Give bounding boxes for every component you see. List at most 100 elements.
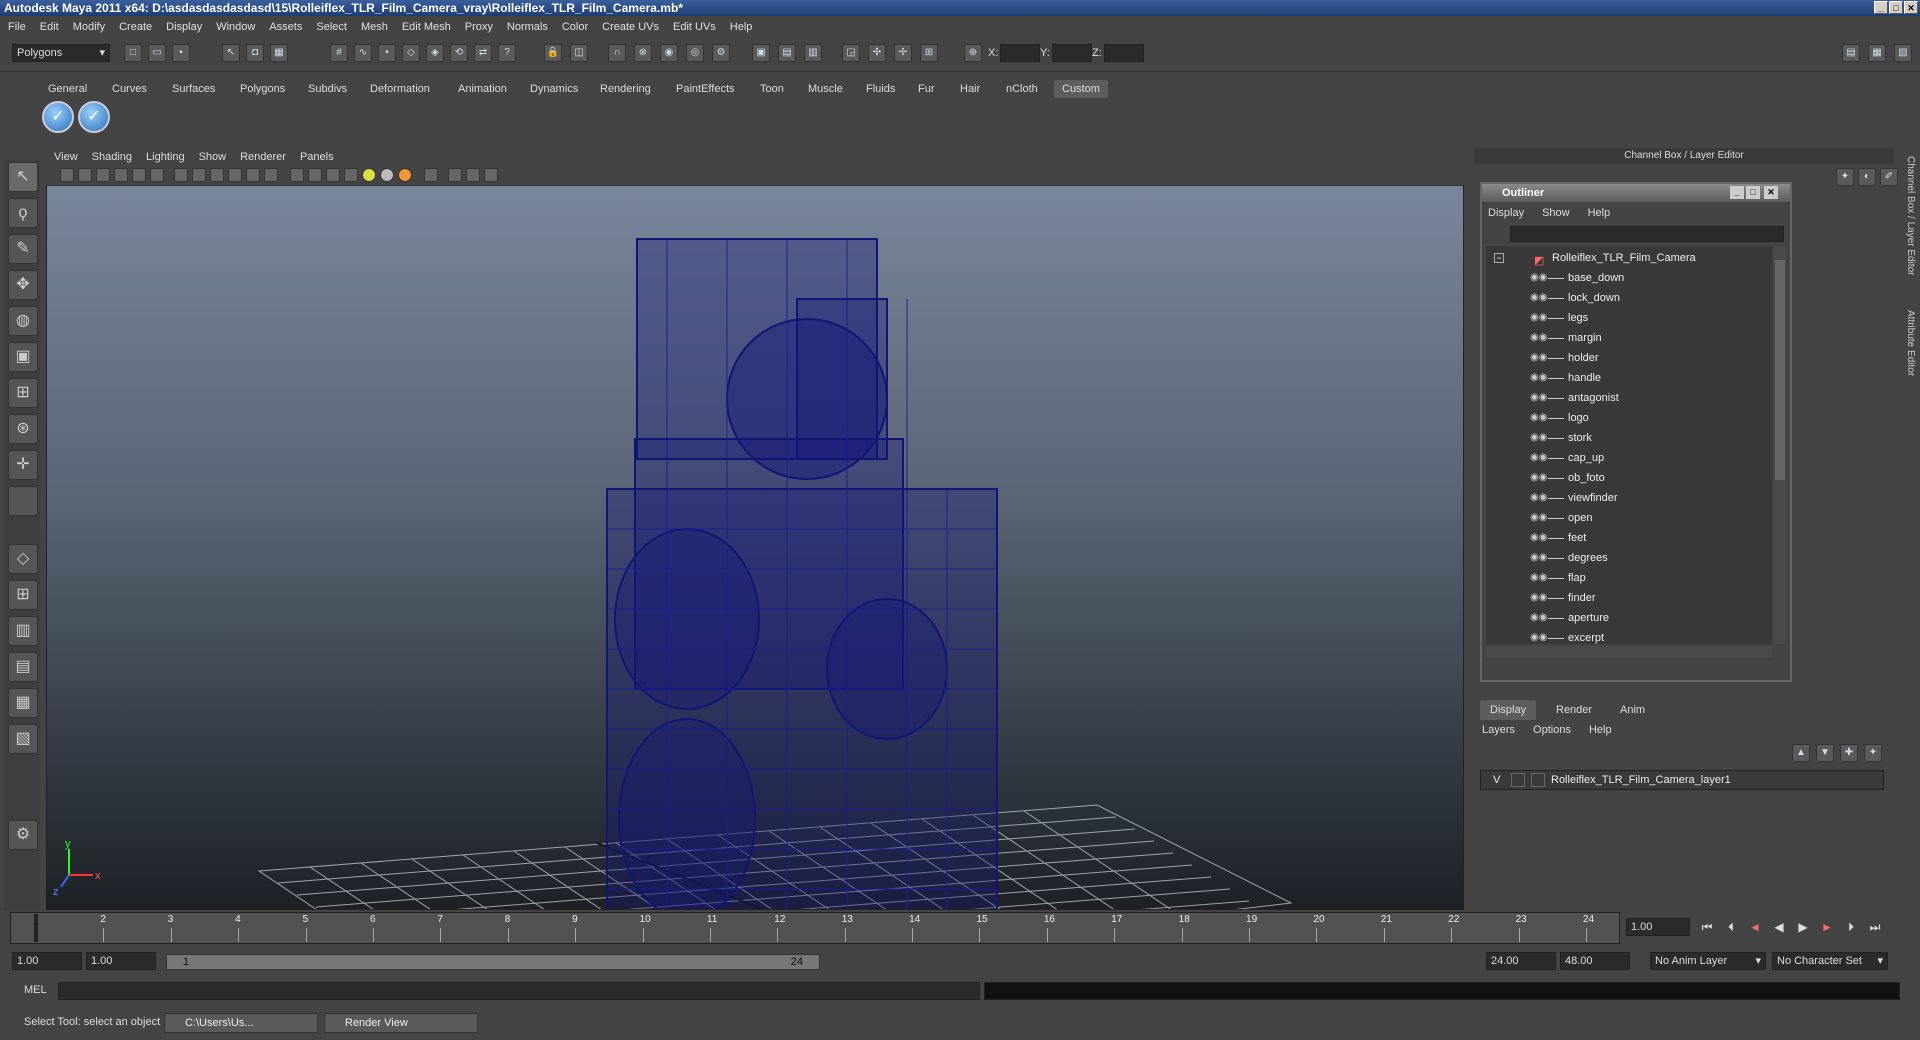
viewport-menu-lighting[interactable]: Lighting [146, 151, 185, 163]
shadows-icon[interactable] [398, 168, 412, 182]
layer-visibility-toggle[interactable]: V [1493, 771, 1500, 789]
film-gate-icon[interactable] [150, 168, 164, 182]
grid-icon[interactable] [132, 168, 146, 182]
lock-icon[interactable]: 🔒 [544, 44, 562, 62]
current-time-marker[interactable] [34, 914, 38, 942]
shelf-tab-rendering[interactable]: Rendering [592, 80, 659, 98]
shelf-tab-polygons[interactable]: Polygons [232, 80, 293, 98]
list-item[interactable]: ◉◉ legs [1486, 308, 1772, 328]
selection-mask-icon[interactable]: ◫ [570, 44, 588, 62]
pivot-icon[interactable]: ✢ [894, 44, 912, 62]
list-item[interactable]: ◉◉ ob_foto [1486, 468, 1772, 488]
menu-modify[interactable]: Modify [73, 21, 105, 33]
scroll-thumb[interactable] [1775, 260, 1785, 480]
hypershade-icon[interactable]: ▤ [778, 44, 796, 62]
outliner-root-item[interactable]: − ◩ Rolleiflex_TLR_Film_Camera [1486, 248, 1772, 268]
z-field[interactable] [1104, 44, 1144, 62]
list-item[interactable]: ◉◉ stork [1486, 428, 1772, 448]
layer-menu-help[interactable]: Help [1589, 724, 1612, 736]
list-item[interactable]: ◉◉ finder [1486, 588, 1772, 608]
list-item[interactable]: ◉◉ flap [1486, 568, 1772, 588]
show-manipulator-icon[interactable]: ✛ [8, 450, 38, 480]
persp-trax-layout-icon[interactable]: ▧ [8, 724, 38, 754]
clipboard-icon[interactable]: ▥ [804, 44, 822, 62]
ipr-render-icon[interactable]: ◎ [686, 44, 704, 62]
perspective-viewport[interactable]: y x z [46, 148, 1464, 910]
list-item[interactable]: ◉◉ handle [1486, 368, 1772, 388]
pick-icon[interactable]: ✐ [1880, 168, 1898, 186]
camera-icon[interactable]: ◲ [842, 44, 860, 62]
list-item[interactable]: ◉◉ aperture [1486, 608, 1772, 628]
xray-icon[interactable] [448, 168, 462, 182]
new-layer-icon[interactable]: ✚ [1840, 744, 1858, 762]
shelf-tab-surfaces[interactable]: Surfaces [164, 80, 223, 98]
outliner-close-button[interactable]: ✕ [1764, 186, 1778, 199]
menu-file[interactable]: File [8, 21, 26, 33]
shelf-tab-curves[interactable]: Curves [104, 80, 155, 98]
image-plane-icon[interactable] [114, 168, 128, 182]
menu-select[interactable]: Select [316, 21, 347, 33]
shelf-tab-general[interactable]: General [40, 80, 95, 98]
shelf-tab-custom[interactable]: Custom [1054, 80, 1108, 98]
four-view-layout-icon[interactable]: ⊞ [8, 580, 38, 610]
list-item[interactable]: ◉◉ holder [1486, 348, 1772, 368]
viewport-menu-shading[interactable]: Shading [92, 151, 132, 163]
menu-create[interactable]: Create [119, 21, 152, 33]
render-view-icon[interactable]: ▣ [752, 44, 770, 62]
input-ops-icon[interactable]: ⇄ [474, 44, 492, 62]
snap-curve-icon[interactable]: ∿ [354, 44, 372, 62]
outliner-menu-display[interactable]: Display [1488, 207, 1524, 219]
smooth-shade-icon[interactable] [308, 168, 322, 182]
y-field[interactable] [1052, 44, 1092, 62]
safe-title-icon[interactable] [246, 168, 260, 182]
share-icon[interactable] [484, 168, 498, 182]
taskbar-item-script-path[interactable]: C:\Users\Us... [164, 1013, 318, 1033]
list-item[interactable]: ◉◉ margin [1486, 328, 1772, 348]
list-item[interactable]: ◉◉ base_down [1486, 268, 1772, 288]
render-frame-icon[interactable]: ◉ [660, 44, 678, 62]
play-backwards-icon[interactable]: ◀ [1768, 918, 1790, 936]
command-language-label[interactable]: MEL [24, 984, 47, 996]
anim-layer-dropdown[interactable]: No Anim Layer ▾ [1650, 952, 1766, 970]
snap-plane-icon[interactable]: ◇ [402, 44, 420, 62]
layer-up-icon[interactable]: ▲ [1792, 744, 1810, 762]
current-frame-field[interactable]: 1.00 [1626, 918, 1690, 936]
menu-display[interactable]: Display [166, 21, 202, 33]
menu-assets[interactable]: Assets [269, 21, 302, 33]
layer-template-toggle[interactable] [1511, 773, 1525, 787]
snap-point-icon[interactable]: • [378, 44, 396, 62]
persp-graph-layout-icon[interactable]: ▤ [8, 652, 38, 682]
isolate-select-icon[interactable] [424, 168, 438, 182]
select-object-icon[interactable]: ◘ [246, 44, 264, 62]
menu-window[interactable]: Window [216, 21, 255, 33]
side-tab-attribute-editor[interactable]: Attribute Editor [1902, 310, 1916, 376]
viewport-menu-panels[interactable]: Panels [300, 151, 334, 163]
go-to-end-icon[interactable]: ⏭ [1864, 918, 1886, 936]
layer-down-icon[interactable]: ▼ [1816, 744, 1834, 762]
rotate-tool-icon[interactable]: ◍ [8, 306, 38, 336]
checkmark-icon[interactable]: ✓ [42, 101, 74, 133]
new-layer-selected-icon[interactable]: ✦ [1864, 744, 1882, 762]
lasso-tool-icon[interactable]: ϙ [8, 198, 38, 228]
end-time-field[interactable]: 48.00 [1560, 952, 1630, 970]
taskbar-item-render-view[interactable]: Render View [324, 1013, 478, 1033]
outliner-maximize-button[interactable]: □ [1746, 186, 1760, 199]
list-item[interactable]: ◉◉ excerpt [1486, 628, 1772, 644]
menuset-dropdown[interactable]: Polygons ▾ [12, 44, 110, 62]
shelf-tab-subdivs[interactable]: Subdivs [300, 80, 355, 98]
list-item[interactable]: ◉◉ feet [1486, 528, 1772, 548]
minimize-button[interactable]: _ [1874, 1, 1888, 14]
universal-manipulator-icon[interactable]: ⊞ [8, 378, 38, 408]
menu-proxy[interactable]: Proxy [465, 21, 493, 33]
layer-menu-options[interactable]: Options [1533, 724, 1571, 736]
layer-tab-anim[interactable]: Anim [1610, 700, 1655, 720]
playback-end-field[interactable]: 24.00 [1486, 952, 1556, 970]
viewport-menu-view[interactable]: View [54, 151, 78, 163]
shelf-tab-muscle[interactable]: Muscle [800, 80, 851, 98]
tool-settings-toggle-icon[interactable]: ▧ [1894, 44, 1912, 62]
character-set-dropdown[interactable]: No Character Set ▾ [1772, 952, 1888, 970]
list-item[interactable]: ◉◉ cap_up [1486, 448, 1772, 468]
resolution-gate-icon[interactable] [174, 168, 188, 182]
playback-start-field[interactable]: 1.00 [86, 952, 156, 970]
last-tool-icon[interactable] [8, 486, 38, 516]
